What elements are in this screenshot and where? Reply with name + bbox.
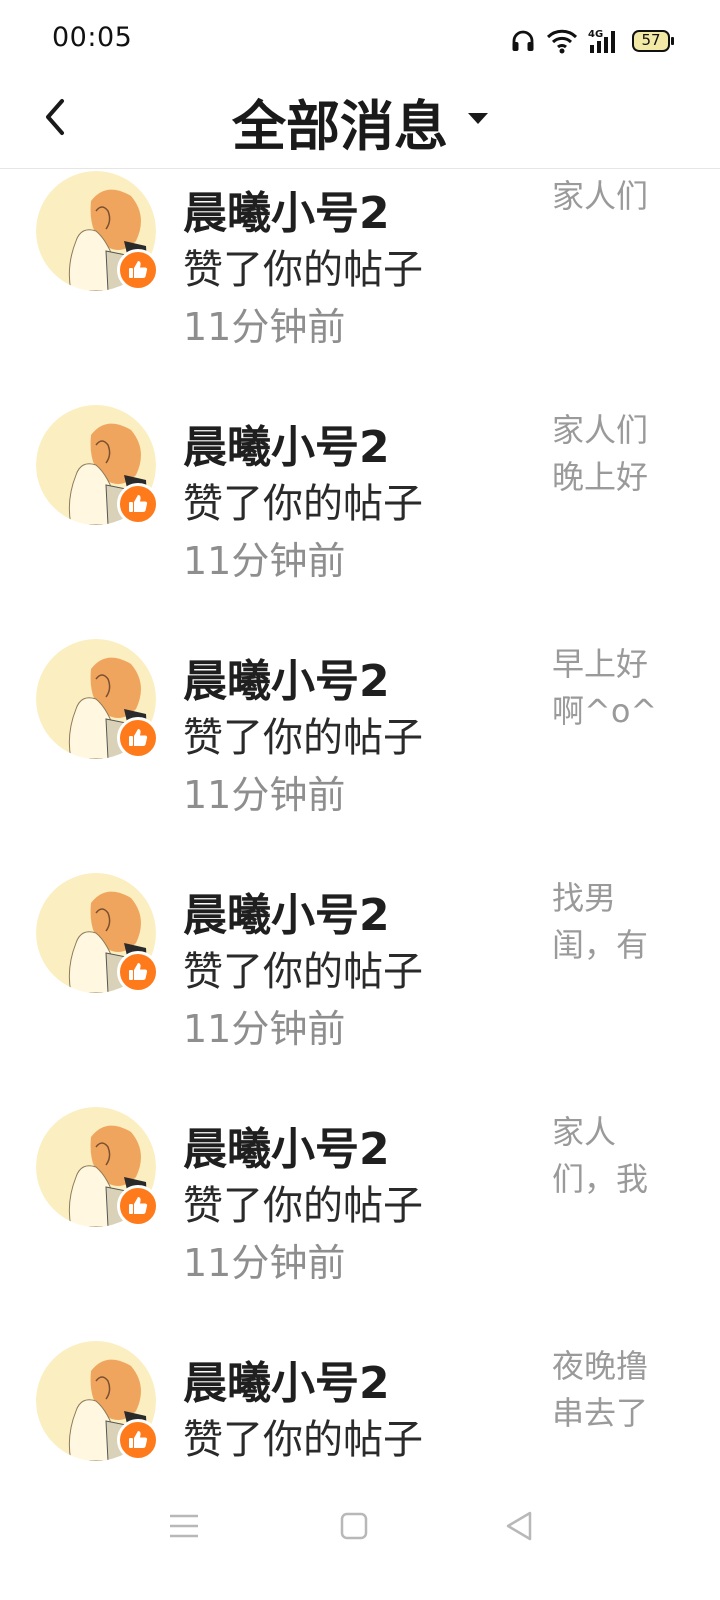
message-time: 11分钟前 <box>183 539 346 583</box>
message-row[interactable]: 晨曦小号2 赞了你的帖子 11分钟前 夜晚撸串去了我 <box>0 1289 720 1469</box>
caret-down-icon <box>468 113 488 124</box>
menu-button[interactable] <box>164 1506 204 1546</box>
post-preview[interactable]: 家人们晚上好 <box>552 407 662 503</box>
message-action: 赞了你的帖子 <box>183 1183 423 1229</box>
like-badge <box>117 951 159 993</box>
sender-name: 晨曦小号2 <box>183 188 390 239</box>
sender-name: 晨曦小号2 <box>183 1358 390 1409</box>
message-action: 赞了你的帖子 <box>183 715 423 761</box>
status-bar: 00:05 4G 57 <box>0 0 720 80</box>
thumbs-up-icon <box>129 729 148 746</box>
header: 全部消息 <box>0 80 720 169</box>
thumbs-up-icon <box>129 1431 148 1448</box>
home-square-icon <box>340 1512 368 1540</box>
post-preview[interactable]: 找男闺，有吗？ <box>552 875 662 971</box>
home-button[interactable] <box>334 1506 374 1546</box>
message-action: 赞了你的帖子 <box>183 247 423 293</box>
page-title: 全部消息 <box>232 95 448 158</box>
system-nav-bar <box>0 1470 720 1600</box>
thumbs-up-icon <box>129 963 148 980</box>
like-badge <box>117 1419 159 1461</box>
network-type-label: 4G <box>588 29 603 40</box>
sender-name: 晨曦小号2 <box>183 422 390 473</box>
sender-name: 晨曦小号2 <box>183 656 390 707</box>
cellular-signal-icon: 4G <box>588 29 615 53</box>
message-time: 11分钟前 <box>183 773 346 817</box>
post-preview[interactable]: 夜晚撸串去了我 <box>552 1343 662 1439</box>
title-dropdown[interactable]: 全部消息 <box>0 82 720 161</box>
headphones-icon <box>512 30 534 51</box>
message-list[interactable]: 晨曦小号2 赞了你的帖子 11分钟前 家人们 晨曦小号2 赞了你的帖子 11分钟前 家人们晚上… <box>0 169 720 1469</box>
message-action: 赞了你的帖子 <box>183 481 423 527</box>
battery-icon: 57 <box>632 30 674 52</box>
message-time: 11分钟前 <box>183 1466 345 1469</box>
message-row[interactable]: 晨曦小号2 赞了你的帖子 11分钟前 家人们 <box>0 169 720 353</box>
message-action: 赞了你的帖子 <box>183 949 423 995</box>
post-preview[interactable]: 家人们 <box>552 173 662 269</box>
message-time: 11分钟前 <box>183 305 346 349</box>
back-triangle-icon <box>506 1511 532 1541</box>
sender-name: 晨曦小号2 <box>183 890 390 941</box>
thumbs-up-icon <box>129 261 148 278</box>
sender-name: 晨曦小号2 <box>183 1124 390 1175</box>
message-row[interactable]: 晨曦小号2 赞了你的帖子 11分钟前 家人们，我超级 <box>0 1055 720 1289</box>
like-badge <box>117 1185 159 1227</box>
wifi-icon <box>546 29 578 54</box>
message-time: 11分钟前 <box>183 1241 346 1285</box>
menu-icon <box>170 1514 198 1538</box>
thumbs-up-icon <box>129 495 148 512</box>
like-badge <box>117 483 159 525</box>
message-row[interactable]: 晨曦小号2 赞了你的帖子 11分钟前 早上好啊^o^~宝们 <box>0 587 720 821</box>
post-preview[interactable]: 家人们，我超级 <box>552 1109 662 1205</box>
like-badge <box>117 249 159 291</box>
status-icons: 4G 57 <box>510 26 674 56</box>
message-row[interactable]: 晨曦小号2 赞了你的帖子 11分钟前 找男闺，有吗？ <box>0 821 720 1055</box>
like-badge <box>117 717 159 759</box>
status-time: 00:05 <box>52 22 133 53</box>
battery-level: 57 <box>641 31 661 49</box>
nav-back-button[interactable] <box>500 1506 540 1546</box>
post-preview[interactable]: 早上好啊^o^~宝们 <box>552 641 662 737</box>
message-row[interactable]: 晨曦小号2 赞了你的帖子 11分钟前 家人们晚上好 <box>0 353 720 587</box>
message-action: 赞了你的帖子 <box>183 1417 423 1463</box>
thumbs-up-icon <box>129 1197 148 1214</box>
message-time: 11分钟前 <box>183 1007 346 1051</box>
